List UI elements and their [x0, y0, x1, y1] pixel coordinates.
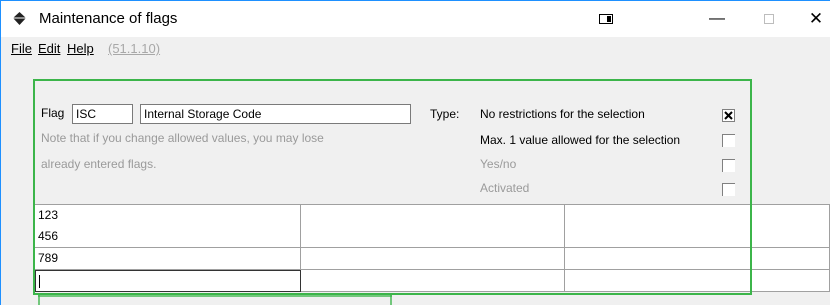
- snap-layout-icon: [599, 14, 613, 24]
- table-cell[interactable]: [301, 226, 565, 248]
- window-title: Maintenance of flags: [39, 10, 178, 27]
- warning-note-line1: Note that if you change allowed values, …: [41, 131, 324, 145]
- maximize-icon: [764, 14, 774, 24]
- flag-description-input[interactable]: Internal Storage Code: [140, 104, 411, 124]
- minimize-button[interactable]: —: [697, 1, 737, 37]
- snap-layout-button[interactable]: [593, 1, 619, 37]
- table-cell-active-input[interactable]: [35, 270, 301, 292]
- option-max-one-value-label: Max. 1 value allowed for the selection: [480, 133, 681, 147]
- table-cell[interactable]: 123: [35, 205, 301, 227]
- close-button[interactable]: ✕: [801, 1, 830, 37]
- table-cell[interactable]: 456: [35, 226, 301, 248]
- maximize-button[interactable]: [749, 1, 789, 37]
- yes-no-checkbox[interactable]: [722, 159, 735, 172]
- table-cell[interactable]: 789: [35, 248, 301, 270]
- title-bar[interactable]: Maintenance of flags — ✕: [1, 1, 830, 37]
- warning-note-line2: already entered flags.: [41, 157, 157, 171]
- table-row: 123: [35, 204, 830, 227]
- no-restrictions-checkbox[interactable]: [722, 109, 735, 122]
- highlight-frame-secondary: [38, 295, 392, 297]
- option-no-restrictions-label: No restrictions for the selection: [480, 107, 645, 121]
- activated-checkbox[interactable]: [722, 183, 735, 196]
- checkmark-icon: [724, 111, 733, 120]
- type-label: Type:: [430, 107, 460, 121]
- table-row: 456: [35, 226, 830, 248]
- table-cell[interactable]: [301, 205, 565, 227]
- menu-help[interactable]: Help: [67, 41, 94, 56]
- version-label: (51.1.10): [108, 41, 161, 56]
- table-cell[interactable]: [565, 226, 830, 248]
- table-cell[interactable]: [301, 270, 565, 292]
- table-row: [35, 270, 830, 292]
- option-activated-label: Activated: [480, 181, 530, 195]
- table-row: 789: [35, 248, 830, 270]
- max-one-value-checkbox[interactable]: [722, 134, 735, 147]
- table-cell[interactable]: [565, 248, 830, 270]
- close-icon: ✕: [808, 9, 824, 28]
- table-cell[interactable]: [565, 270, 830, 292]
- allowed-values-table: 123 456 789: [35, 204, 830, 295]
- option-yes-no-label: Yes/no: [480, 157, 517, 171]
- highlight-frame-secondary-left: [38, 295, 40, 305]
- menu-edit[interactable]: Edit: [38, 41, 60, 56]
- app-diamond-icon: [13, 12, 26, 25]
- highlight-frame-secondary-right: [390, 295, 392, 305]
- flag-label: Flag: [41, 106, 65, 120]
- menu-bar: File Edit Help (51.1.10): [1, 37, 830, 59]
- minimize-icon: —: [709, 10, 725, 27]
- table-cell[interactable]: [565, 205, 830, 227]
- table-cell[interactable]: [301, 248, 565, 270]
- text-caret: [39, 275, 40, 289]
- flag-code-input[interactable]: ISC: [72, 104, 133, 124]
- menu-file[interactable]: File: [11, 41, 32, 56]
